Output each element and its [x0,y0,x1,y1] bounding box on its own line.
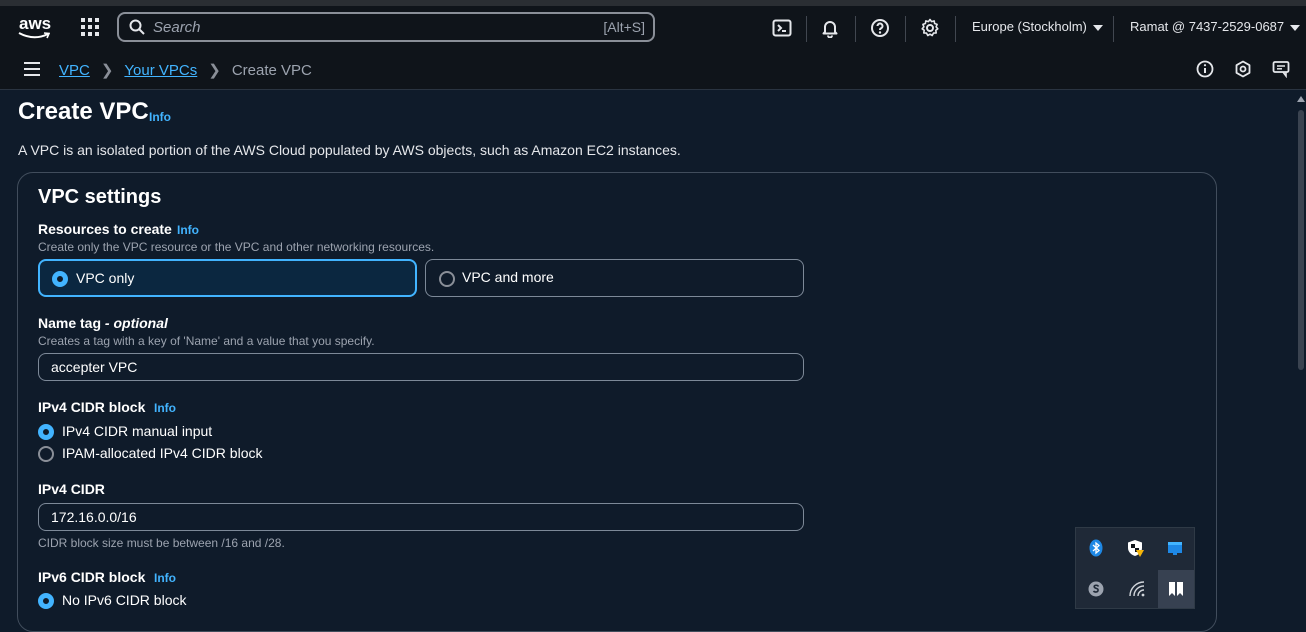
ipv6-block-label: IPv6 CIDR block [38,569,146,585]
account-label: Ramat @ 7437-2529-0687 [1130,19,1285,34]
account-menu[interactable]: Ramat @ 7437-2529-0687 [1130,19,1301,34]
divider [806,16,807,42]
radio-unselected[interactable] [38,446,54,462]
info-icon[interactable] [1196,60,1214,78]
divider [855,16,856,42]
chevron-down-icon [1092,24,1103,31]
security-shield-icon[interactable] [1126,539,1144,557]
name-tag-hint: Creates a tag with a key of 'Name' and a… [38,334,375,348]
ipv6-block-info-link[interactable]: Info [154,571,176,585]
radio-unselected[interactable] [439,271,455,287]
bluetooth-icon[interactable] [1087,539,1105,557]
option-vpc-only[interactable]: VPC only [38,259,417,297]
divider [1113,16,1114,42]
aws-logo-text: aws [19,14,52,33]
chevron-down-icon [1290,24,1301,31]
page-description: A VPC is an isolated portion of the AWS … [18,142,681,158]
ipv4-block-label: IPv4 CIDR block [38,399,146,415]
search-shortcut: [Alt+S] [603,19,645,35]
feedback-icon[interactable] [1272,60,1290,78]
chevron-right-icon: ❯ [100,62,114,79]
aws-logo[interactable]: aws [18,14,52,42]
resources-info-link[interactable]: Info [177,223,199,237]
skype-icon[interactable] [1087,580,1105,598]
system-tray-overflow [1075,527,1195,609]
hexagon-settings-icon[interactable] [1234,60,1252,78]
region-label: Europe (Stockholm) [972,19,1087,34]
app-window-icon[interactable] [1166,539,1184,557]
ipv4-block-info-link[interactable]: Info [154,401,176,415]
radio-selected[interactable] [52,271,68,287]
breadcrumb-bar: VPC ❯ Your VPCs ❯ Create VPC [0,48,1306,90]
help-icon[interactable] [870,18,890,38]
scroll-up-arrow-icon[interactable] [1297,96,1305,102]
page-info-link[interactable]: Info [149,110,171,124]
option-vpc-and-more[interactable]: VPC and more [425,259,804,297]
cloudshell-icon[interactable] [772,18,792,38]
settings-gear-icon[interactable] [920,18,940,38]
radio-selected[interactable] [38,424,54,440]
search-input[interactable]: Search [Alt+S] [117,12,655,42]
ipv4-cidr-value: 172.16.0.0/16 [51,509,137,525]
divider [955,16,956,42]
page-title: Create VPC [18,98,149,125]
ipv4-cidr-input[interactable]: 172.16.0.0/16 [38,503,804,531]
radio-label: IPv4 CIDR manual input [62,423,213,439]
divider [905,16,906,42]
breadcrumb: VPC ❯ Your VPCs ❯ Create VPC [59,61,312,79]
radio-label: No IPv6 CIDR block [62,592,187,608]
option-label: VPC only [76,270,135,286]
breadcrumb-current: Create VPC [231,62,312,79]
name-tag-value: accepter VPC [51,359,138,375]
panel-title: VPC settings [38,186,162,208]
search-placeholder: Search [153,19,201,36]
top-navigation-bar: aws Search [Alt+S] Europe (Stockholm) Ra… [0,0,1306,48]
breadcrumb-vpc[interactable]: VPC [59,62,90,79]
page-scrollbar-thumb[interactable] [1298,110,1304,370]
resources-label: Resources to create [38,221,172,237]
ipv4-cidr-hint: CIDR block size must be between /16 and … [38,536,285,550]
services-grid-icon[interactable] [81,18,101,38]
resources-hint: Create only the VPC resource or the VPC … [38,240,435,254]
chevron-right-icon: ❯ [208,62,221,79]
notifications-bell-icon[interactable] [820,18,840,38]
search-icon [129,19,145,35]
breadcrumb-your-vpcs[interactable]: Your VPCs [124,62,197,79]
network-wifi-icon[interactable] [1128,580,1146,598]
option-label: VPC and more [462,269,554,285]
region-selector[interactable]: Europe (Stockholm) [972,19,1103,34]
bookmark-app-icon[interactable] [1167,580,1185,598]
ipv4-cidr-label: IPv4 CIDR [38,481,105,497]
name-tag-input[interactable]: accepter VPC [38,353,804,381]
name-tag-label: Name tag - optional [38,315,168,331]
optional-suffix: - optional [101,315,168,331]
name-tag-label-text: Name tag [38,315,102,331]
aws-smile-icon [18,32,50,39]
radio-label: IPAM-allocated IPv4 CIDR block [62,445,263,461]
menu-hamburger-icon[interactable] [24,62,40,76]
